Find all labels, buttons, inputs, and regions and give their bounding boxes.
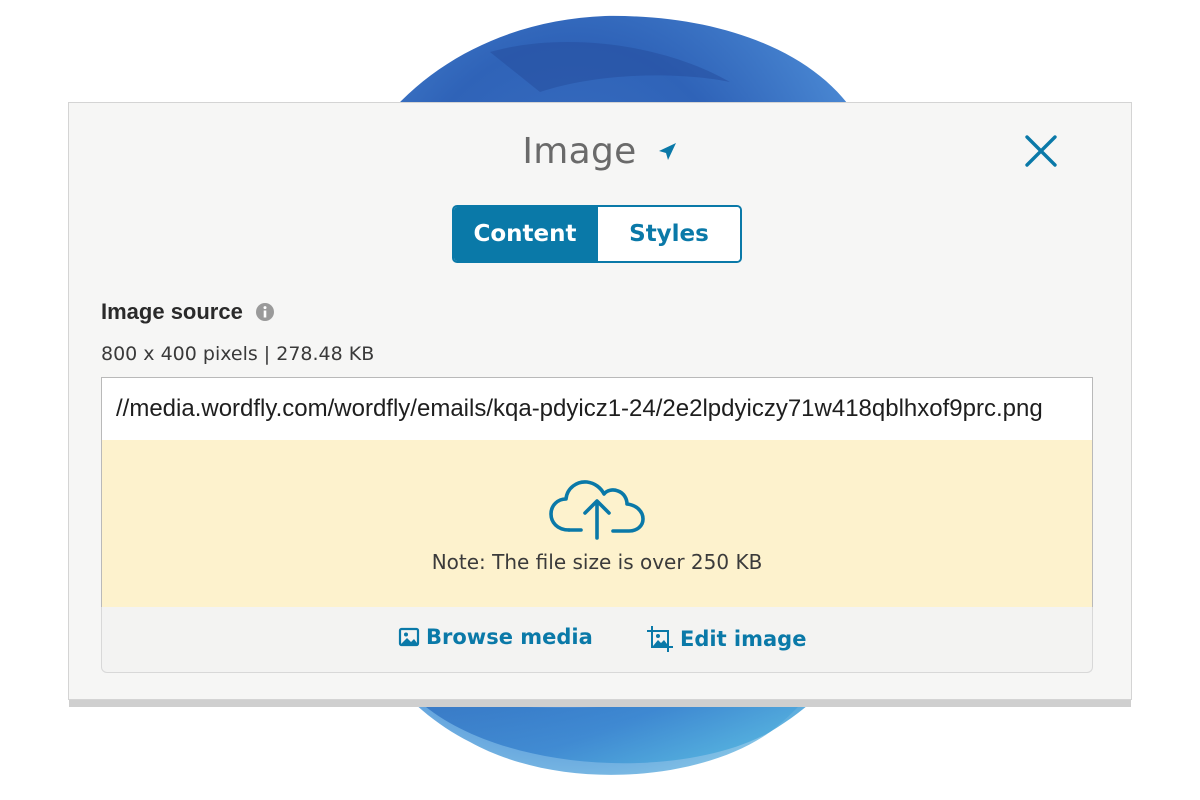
browse-media-button[interactable]: Browse media [398, 625, 593, 649]
stage: Image Content Styles Image source 800 x … [0, 0, 1200, 800]
file-size-note: Note: The file size is over 250 KB [431, 550, 763, 574]
upload-dropzone[interactable]: Note: The file size is over 250 KB [101, 440, 1093, 608]
pin-arrow-icon[interactable] [656, 141, 678, 167]
panel-title: Image [522, 131, 637, 172]
crop-image-icon [647, 626, 673, 652]
image-actions-bar: Browse media Edit image [101, 607, 1093, 673]
content-styles-tabs: Content Styles [452, 205, 742, 263]
info-icon[interactable] [255, 302, 275, 322]
image-url-input[interactable] [101, 377, 1093, 441]
image-source-label-row: Image source [101, 299, 275, 325]
panel-header: Image [69, 131, 1131, 181]
image-icon [398, 627, 420, 647]
close-icon[interactable] [1023, 133, 1059, 169]
edit-image-button[interactable]: Edit image [646, 625, 806, 653]
tab-content[interactable]: Content [454, 207, 596, 261]
tab-styles[interactable]: Styles [596, 207, 740, 261]
image-settings-panel: Image Content Styles Image source 800 x … [68, 102, 1132, 700]
browse-media-label: Browse media [426, 625, 593, 649]
edit-image-label: Edit image [680, 627, 807, 651]
cloud-upload-icon [549, 480, 645, 540]
image-source-label: Image source [101, 299, 243, 324]
image-meta: 800 x 400 pixels | 278.48 KB [101, 343, 375, 365]
